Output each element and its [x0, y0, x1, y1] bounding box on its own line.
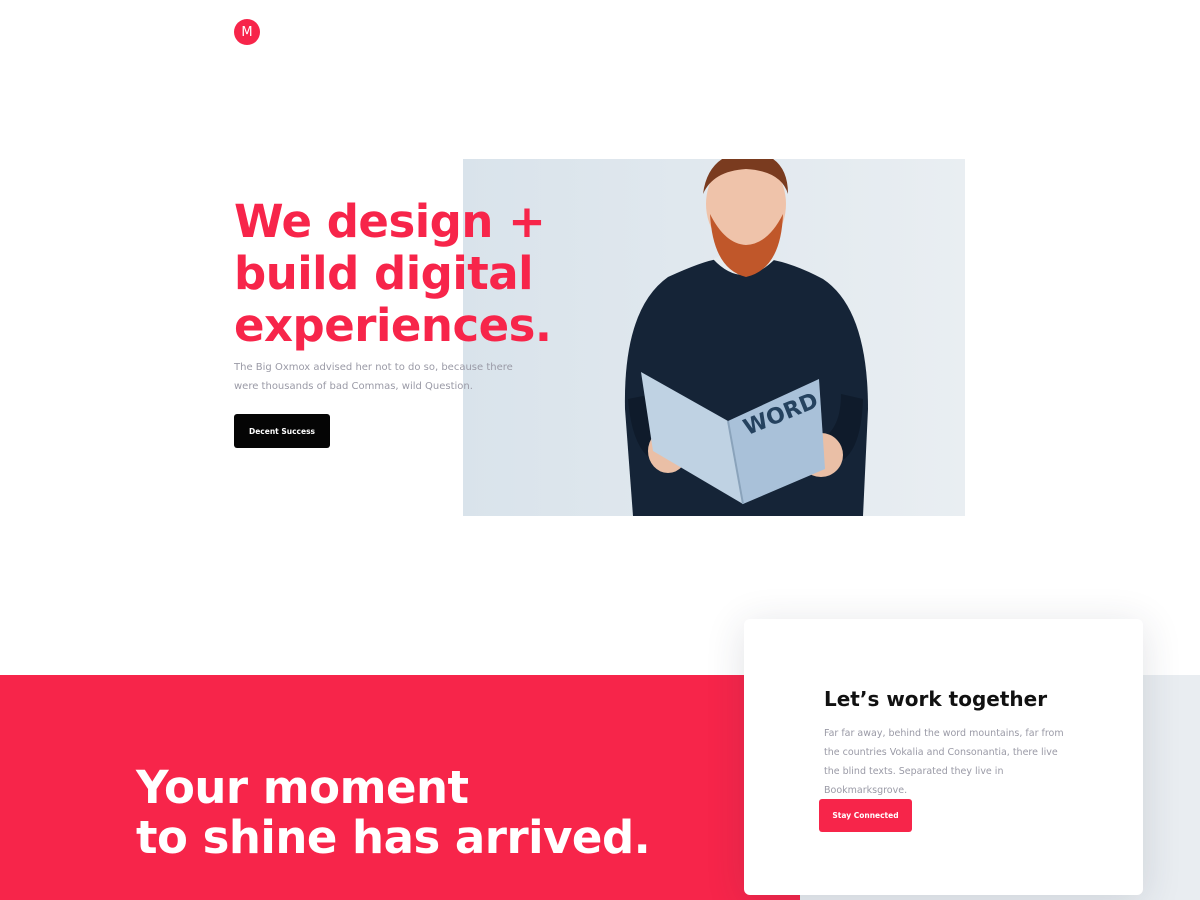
- contact-card: Let’s work together Far far away, behind…: [744, 619, 1143, 895]
- hero-title-line: experiences.: [234, 299, 552, 352]
- stay-connected-button[interactable]: Stay Connected: [819, 799, 912, 832]
- logo-letter: M: [241, 24, 253, 40]
- decent-success-button[interactable]: Decent Success: [234, 414, 330, 448]
- banner-title: Your moment to shine has arrived.: [136, 763, 656, 863]
- hero-description: The Big Oxmox advised her not to do so, …: [234, 362, 513, 392]
- hero-title-line: build digital: [234, 247, 534, 300]
- contact-card-title: Let’s work together: [824, 687, 1048, 711]
- hero-title: We design + build digital experiences.: [234, 196, 564, 352]
- banner-title-line: to shine has arrived.: [136, 811, 651, 864]
- banner-title-line: Your moment: [136, 761, 469, 814]
- brand-logo[interactable]: M: [234, 19, 260, 45]
- contact-card-description: Far far away, behind the word mountains,…: [824, 728, 1064, 796]
- hero-title-line: We design +: [234, 195, 546, 248]
